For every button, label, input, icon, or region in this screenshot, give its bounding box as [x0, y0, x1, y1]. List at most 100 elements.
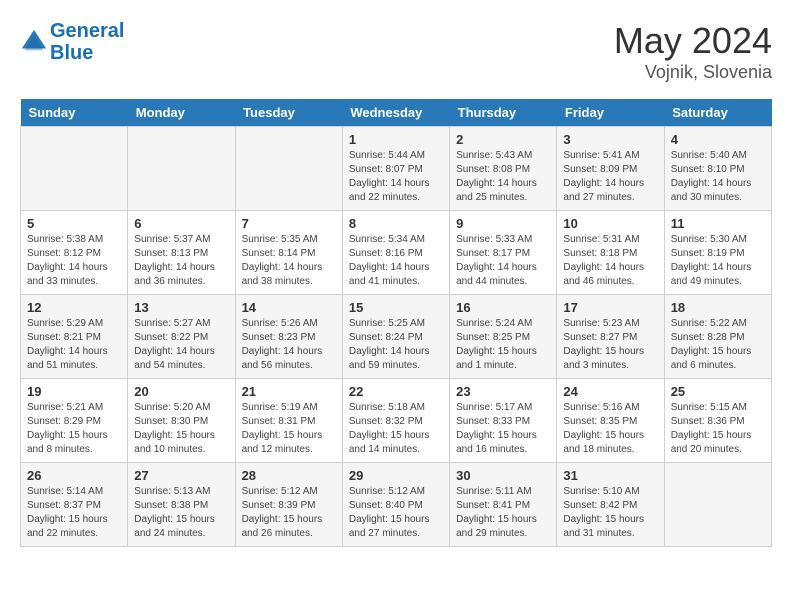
- day-number: 31: [563, 468, 657, 483]
- header-saturday: Saturday: [664, 99, 771, 127]
- calendar-cell-w4-d4: 22Sunrise: 5:18 AM Sunset: 8:32 PM Dayli…: [342, 379, 449, 463]
- calendar-cell-w1-d6: 3Sunrise: 5:41 AM Sunset: 8:09 PM Daylig…: [557, 127, 664, 211]
- day-info: Sunrise: 5:22 AM Sunset: 8:28 PM Dayligh…: [671, 317, 765, 373]
- day-number: 24: [563, 384, 657, 399]
- day-info: Sunrise: 5:11 AM Sunset: 8:41 PM Dayligh…: [456, 485, 550, 541]
- day-info: Sunrise: 5:30 AM Sunset: 8:19 PM Dayligh…: [671, 233, 765, 289]
- week-row-3: 12 Sunrise: 5:29 AM Sunset: 8:21 PM Dayli…: [21, 295, 772, 379]
- calendar-cell-w5-d7: [664, 463, 771, 547]
- day-info: Sunrise: 5:10 AM Sunset: 8:42 PM Dayligh…: [563, 485, 657, 541]
- day-info: Sunrise: 5:14 AM Sunset: 8:37 PM Dayligh…: [27, 485, 121, 541]
- calendar-cell-w2-d5: 9Sunrise: 5:33 AM Sunset: 8:17 PM Daylig…: [450, 211, 557, 295]
- day-info: Sunrise: 5:37 AM Sunset: 8:13 PM Dayligh…: [134, 233, 228, 289]
- calendar-cell-w4-d6: 24 Sunrise: 5:16 AM Sunset: 8:35 PM Dayli…: [557, 379, 664, 463]
- day-info: Sunrise: 5:16 AM Sunset: 8:35 PM Dayligh…: [563, 401, 657, 457]
- day-info: Sunrise: 5:43 AM Sunset: 8:08 PM Dayligh…: [456, 149, 550, 205]
- day-number: 15: [349, 300, 443, 315]
- day-info: Sunrise: 5:40 AM Sunset: 8:10 PM Dayligh…: [671, 149, 765, 205]
- logo-text-blue: Blue: [50, 42, 124, 64]
- day-info: Sunrise: 5:21 AM Sunset: 8:29 PM Dayligh…: [27, 401, 121, 457]
- day-number: 16: [456, 300, 550, 315]
- day-info: Sunrise: 5:17 AM Sunset: 8:33 PM Dayligh…: [456, 401, 550, 457]
- calendar-cell-w1-d4: 1 Sunrise: 5:44 AM Sunset: 8:07 PM Daylig…: [342, 127, 449, 211]
- header-friday: Friday: [557, 99, 664, 127]
- day-number: 7: [242, 216, 336, 231]
- day-info: Sunrise: 5:34 AM Sunset: 8:16 PM Dayligh…: [349, 233, 443, 289]
- day-number: 1: [349, 132, 443, 147]
- calendar-cell-w5-d3: 28Sunrise: 5:12 AM Sunset: 8:39 PM Dayli…: [235, 463, 342, 547]
- day-number: 29: [349, 468, 443, 483]
- calendar-cell-w3-d1: 12 Sunrise: 5:29 AM Sunset: 8:21 PM Dayli…: [21, 295, 128, 379]
- page-header: General Blue May 2024 Vojnik, Slovenia: [20, 20, 772, 83]
- calendar-cell-w5-d5: 30 Sunrise: 5:11 AM Sunset: 8:41 PM Dayli…: [450, 463, 557, 547]
- day-number: 11: [671, 216, 765, 231]
- day-info: Sunrise: 5:26 AM Sunset: 8:23 PM Dayligh…: [242, 317, 336, 373]
- calendar-table: Sunday Monday Tuesday Wednesday Thursday…: [20, 99, 772, 547]
- day-info: Sunrise: 5:38 AM Sunset: 8:12 PM Dayligh…: [27, 233, 121, 289]
- day-info: Sunrise: 5:20 AM Sunset: 8:30 PM Dayligh…: [134, 401, 228, 457]
- day-number: 27: [134, 468, 228, 483]
- header-monday: Monday: [128, 99, 235, 127]
- calendar-cell-w4-d1: 19 Sunrise: 5:21 AM Sunset: 8:29 PM Dayli…: [21, 379, 128, 463]
- day-info: Sunrise: 5:15 AM Sunset: 8:36 PM Dayligh…: [671, 401, 765, 457]
- calendar-cell-w4-d2: 20Sunrise: 5:20 AM Sunset: 8:30 PM Dayli…: [128, 379, 235, 463]
- calendar-cell-w3-d4: 15 Sunrise: 5:25 AM Sunset: 8:24 PM Dayli…: [342, 295, 449, 379]
- day-number: 10: [563, 216, 657, 231]
- week-row-4: 19 Sunrise: 5:21 AM Sunset: 8:29 PM Dayli…: [21, 379, 772, 463]
- calendar-cell-w2-d4: 8Sunrise: 5:34 AM Sunset: 8:16 PM Daylig…: [342, 211, 449, 295]
- calendar-cell-w3-d7: 18 Sunrise: 5:22 AM Sunset: 8:28 PM Dayli…: [664, 295, 771, 379]
- calendar-cell-w5-d2: 27 Sunrise: 5:13 AM Sunset: 8:38 PM Dayli…: [128, 463, 235, 547]
- day-info: Sunrise: 5:19 AM Sunset: 8:31 PM Dayligh…: [242, 401, 336, 457]
- logo-text-general: General: [50, 20, 124, 42]
- week-row-1: 1 Sunrise: 5:44 AM Sunset: 8:07 PM Daylig…: [21, 127, 772, 211]
- day-info: Sunrise: 5:25 AM Sunset: 8:24 PM Dayligh…: [349, 317, 443, 373]
- calendar-cell-w5-d4: 29 Sunrise: 5:12 AM Sunset: 8:40 PM Dayli…: [342, 463, 449, 547]
- weekday-header-row: Sunday Monday Tuesday Wednesday Thursday…: [21, 99, 772, 127]
- calendar-cell-w1-d7: 4 Sunrise: 5:40 AM Sunset: 8:10 PM Daylig…: [664, 127, 771, 211]
- day-number: 14: [242, 300, 336, 315]
- title-block: May 2024 Vojnik, Slovenia: [614, 20, 772, 83]
- day-number: 2: [456, 132, 550, 147]
- day-info: Sunrise: 5:29 AM Sunset: 8:21 PM Dayligh…: [27, 317, 121, 373]
- day-number: 19: [27, 384, 121, 399]
- day-number: 12: [27, 300, 121, 315]
- calendar-cell-w1-d1: [21, 127, 128, 211]
- header-tuesday: Tuesday: [235, 99, 342, 127]
- day-number: 21: [242, 384, 336, 399]
- calendar-cell-w1-d3: [235, 127, 342, 211]
- logo: General Blue: [20, 20, 124, 64]
- calendar-cell-w3-d6: 17 Sunrise: 5:23 AM Sunset: 8:27 PM Dayli…: [557, 295, 664, 379]
- day-number: 17: [563, 300, 657, 315]
- calendar-cell-w4-d7: 25Sunrise: 5:15 AM Sunset: 8:36 PM Dayli…: [664, 379, 771, 463]
- day-number: 23: [456, 384, 550, 399]
- day-number: 4: [671, 132, 765, 147]
- day-info: Sunrise: 5:23 AM Sunset: 8:27 PM Dayligh…: [563, 317, 657, 373]
- calendar-cell-w3-d5: 16Sunrise: 5:24 AM Sunset: 8:25 PM Dayli…: [450, 295, 557, 379]
- day-info: Sunrise: 5:12 AM Sunset: 8:40 PM Dayligh…: [349, 485, 443, 541]
- calendar-cell-w5-d6: 31 Sunrise: 5:10 AM Sunset: 8:42 PM Dayli…: [557, 463, 664, 547]
- calendar-cell-w2-d3: 7Sunrise: 5:35 AM Sunset: 8:14 PM Daylig…: [235, 211, 342, 295]
- day-number: 30: [456, 468, 550, 483]
- calendar-cell-w4-d3: 21 Sunrise: 5:19 AM Sunset: 8:31 PM Dayli…: [235, 379, 342, 463]
- location-title: Vojnik, Slovenia: [614, 62, 772, 83]
- logo-icon: [20, 28, 48, 56]
- day-number: 3: [563, 132, 657, 147]
- day-info: Sunrise: 5:13 AM Sunset: 8:38 PM Dayligh…: [134, 485, 228, 541]
- day-info: Sunrise: 5:31 AM Sunset: 8:18 PM Dayligh…: [563, 233, 657, 289]
- calendar-cell-w1-d5: 2 Sunrise: 5:43 AM Sunset: 8:08 PM Daylig…: [450, 127, 557, 211]
- header-wednesday: Wednesday: [342, 99, 449, 127]
- calendar-cell-w2-d7: 11 Sunrise: 5:30 AM Sunset: 8:19 PM Dayli…: [664, 211, 771, 295]
- week-row-5: 26Sunrise: 5:14 AM Sunset: 8:37 PM Dayli…: [21, 463, 772, 547]
- calendar-cell-w2-d2: 6Sunrise: 5:37 AM Sunset: 8:13 PM Daylig…: [128, 211, 235, 295]
- day-number: 18: [671, 300, 765, 315]
- day-info: Sunrise: 5:44 AM Sunset: 8:07 PM Dayligh…: [349, 149, 443, 205]
- header-sunday: Sunday: [21, 99, 128, 127]
- day-number: 28: [242, 468, 336, 483]
- day-info: Sunrise: 5:33 AM Sunset: 8:17 PM Dayligh…: [456, 233, 550, 289]
- day-info: Sunrise: 5:27 AM Sunset: 8:22 PM Dayligh…: [134, 317, 228, 373]
- day-number: 13: [134, 300, 228, 315]
- calendar-cell-w2-d1: 5Sunrise: 5:38 AM Sunset: 8:12 PM Daylig…: [21, 211, 128, 295]
- calendar-cell-w3-d3: 14 Sunrise: 5:26 AM Sunset: 8:23 PM Dayli…: [235, 295, 342, 379]
- calendar-cell-w1-d2: [128, 127, 235, 211]
- calendar-cell-w3-d2: 13 Sunrise: 5:27 AM Sunset: 8:22 PM Dayli…: [128, 295, 235, 379]
